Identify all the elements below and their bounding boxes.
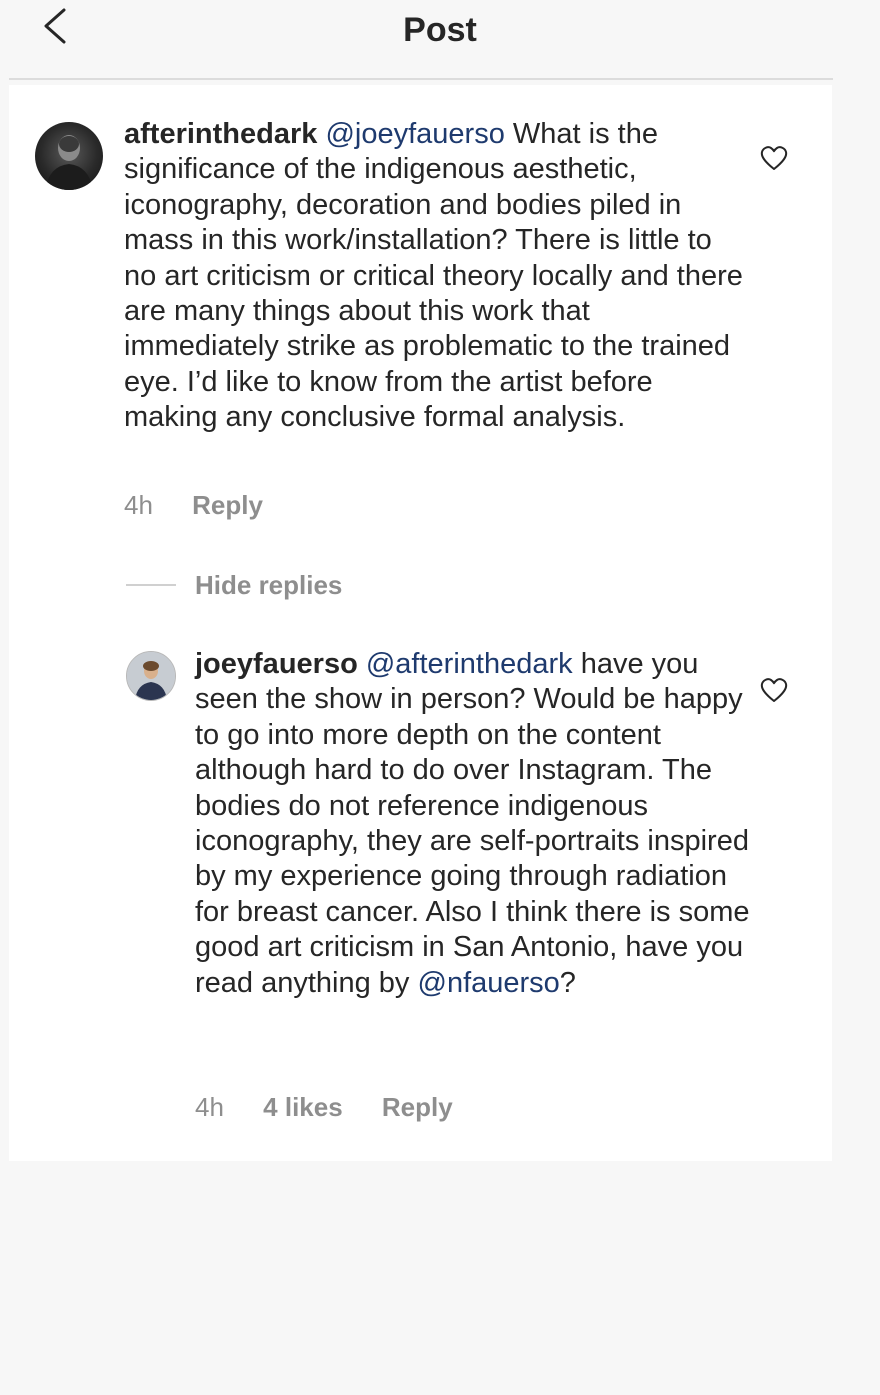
reply-username[interactable]: joeyfauerso <box>195 648 358 680</box>
user-photo-icon <box>45 135 93 190</box>
reply-mention[interactable]: @afterinthedark <box>366 648 573 680</box>
reply-button[interactable]: Reply <box>382 1092 453 1122</box>
comment-body: What is the significance of the indigeno… <box>124 118 743 434</box>
reply-meta: 4h 4 likes Reply <box>195 1092 485 1123</box>
reply-text: joeyfauerso @afterinthedark have you see… <box>195 647 755 1001</box>
page-title: Post <box>403 11 477 49</box>
reply-time: 4h <box>195 1092 224 1122</box>
reply-button[interactable]: Reply <box>192 490 263 520</box>
replies-divider-line <box>126 584 176 586</box>
heart-outline-icon <box>760 678 788 702</box>
header-divider <box>9 78 833 80</box>
comment-username[interactable]: afterinthedark <box>124 118 317 150</box>
reply-body-end: ? <box>559 966 576 999</box>
like-button[interactable] <box>760 145 788 171</box>
comment-mention[interactable]: @joeyfauerso <box>325 118 504 150</box>
comment-meta: 4h Reply <box>124 490 295 521</box>
top-bar: Post <box>0 0 880 80</box>
comment-text: afterinthedark @joeyfauerso What is the … <box>124 117 744 436</box>
likes-count[interactable]: 4 likes <box>263 1092 343 1122</box>
reply-inline-mention[interactable]: @nfauerso <box>418 967 560 999</box>
avatar[interactable] <box>35 122 103 190</box>
comment-time: 4h <box>124 490 153 520</box>
avatar[interactable] <box>126 651 176 701</box>
user-photo-icon <box>127 652 175 700</box>
hide-replies-button[interactable]: Hide replies <box>195 570 342 601</box>
like-button[interactable] <box>760 677 788 703</box>
reply-body: have you seen the show in person? Would … <box>195 648 750 999</box>
heart-outline-icon <box>760 146 788 170</box>
